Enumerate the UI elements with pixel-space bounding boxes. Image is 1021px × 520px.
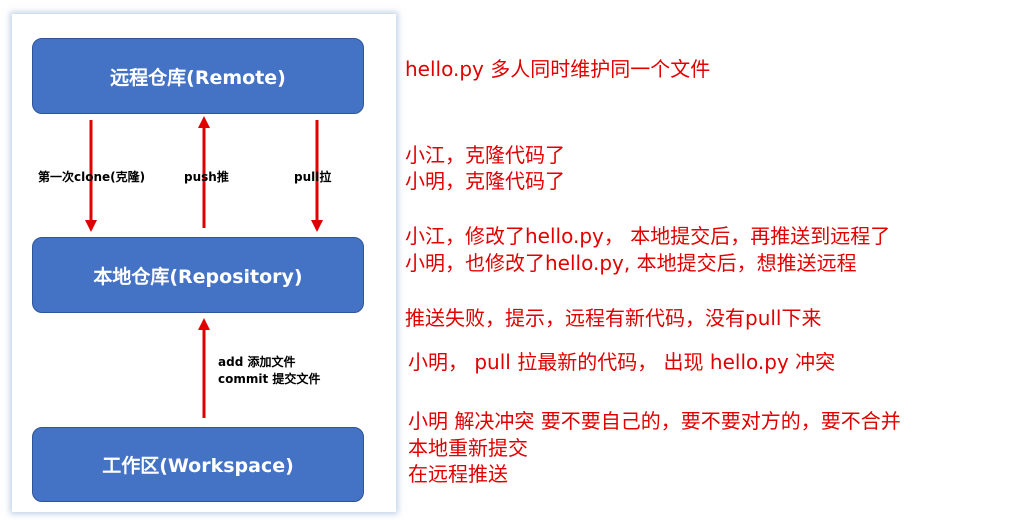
note-line-7: 小明， pull 拉最新的代码， 出现 hello.py 冲突 [408, 350, 836, 374]
note-line-4: 小江，修改了hello.py， 本地提交后，再推送到远程了 [405, 224, 891, 248]
note-line-3: 小明，克隆代码了 [405, 169, 565, 193]
note-line-6: 推送失败，提示，远程有新代码，没有pull下来 [405, 306, 822, 330]
note-line-1: hello.py 多人同时维护同一个文件 [405, 57, 711, 81]
diagram-panel: 远程仓库(Remote) 本地仓库(Repository) 工作区(Worksp… [12, 14, 396, 512]
clone-label: 第一次clone(克隆) [38, 170, 146, 184]
add-label: add 添加文件 [218, 355, 296, 369]
arrows-layer [85, 116, 323, 418]
note-line-8: 小明 解决冲突 要不要自己的，要不要对方的，要不合并 [408, 409, 901, 433]
note-line-9: 本地重新提交 [408, 436, 528, 460]
push-label: push推 [184, 170, 229, 184]
note-line-5: 小明，也修改了hello.py, 本地提交后，想推送远程 [405, 251, 857, 275]
note-line-10: 在远程推送 [408, 462, 508, 486]
commit-label: commit 提交文件 [218, 372, 321, 386]
note-line-2: 小江，克隆代码了 [405, 143, 565, 167]
pull-label: pull拉 [294, 170, 332, 184]
